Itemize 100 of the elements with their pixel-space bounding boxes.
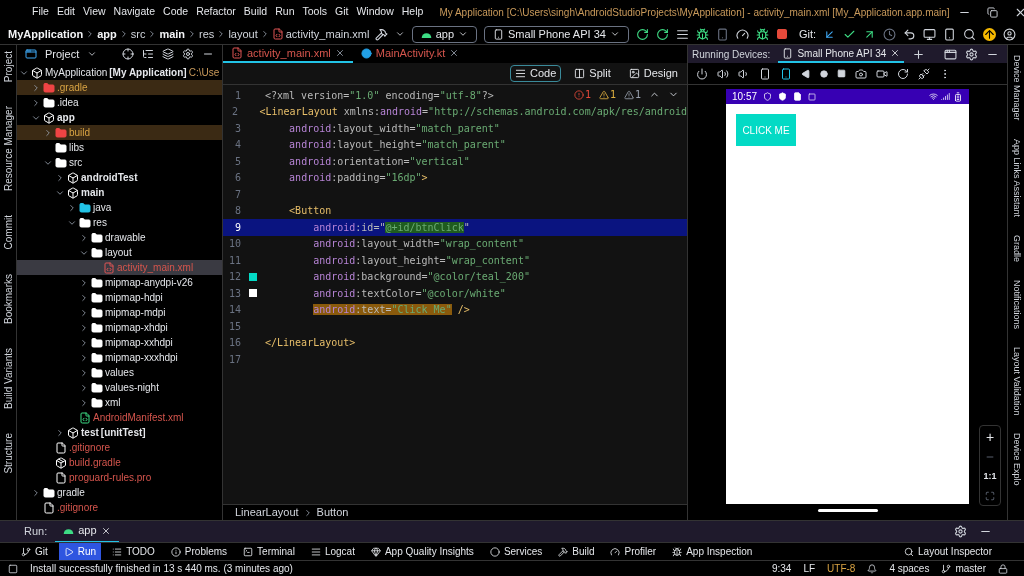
tool-window-button[interactable]: Git [16,542,53,561]
tool-window-button[interactable]: Profiler [605,542,662,561]
video-icon[interactable] [876,67,888,80]
tool-window-button[interactable]: Logcat [305,542,360,561]
menu-item[interactable]: Refactor [196,4,236,20]
panel-toggle-icon[interactable] [8,563,18,574]
zoom-in-button[interactable]: + [985,429,995,444]
menu-item[interactable]: Git [335,4,349,20]
breadcrumb[interactable]: layout [228,25,258,43]
editor-tab[interactable]: MainActivity.kt [352,45,468,63]
tool-window-button[interactable]: App Inspection [667,542,758,561]
color-swatch[interactable] [249,289,257,298]
device-dropdown[interactable]: Small Phone API 34 [484,25,629,43]
menu-item[interactable]: Edit [56,4,75,20]
file-encoding[interactable]: UTF-8 [827,561,856,576]
actual-size-button[interactable]: 1:1 [983,469,997,483]
overview-icon[interactable] [837,69,846,78]
color-swatch[interactable] [249,272,257,281]
tool-window-tab[interactable]: Device Explo [1009,431,1023,488]
tool-window-button[interactable]: Services [484,542,548,561]
run-config-dropdown[interactable]: app [411,25,478,43]
add-icon[interactable] [912,47,926,61]
settings-icon[interactable] [182,48,194,60]
phone-screen[interactable]: 10:57 CLICK ME [726,89,969,504]
breadcrumb[interactable]: src [130,25,146,43]
caret-position[interactable]: 9:34 [771,561,792,576]
volume-down-icon[interactable] [738,67,750,80]
menu-item[interactable]: View [83,4,106,20]
structure-crumb[interactable]: Button [316,504,349,521]
tree-item[interactable]: MyApplication [My Application] C:\Use [17,65,222,80]
search-icon[interactable] [963,27,976,41]
camera-icon[interactable] [855,67,867,80]
menu-item[interactable]: Code [163,4,189,20]
git-branch[interactable]: master [941,561,986,576]
volume-up-icon[interactable] [717,67,729,80]
hammer-icon[interactable] [374,27,388,41]
tool-window-tab[interactable]: Gradle [1009,232,1023,264]
line-separator[interactable]: LF [803,561,816,576]
breadcrumb[interactable]: main [159,25,186,43]
editor-tab[interactable]: activity_main.xml [223,45,353,63]
tool-window-tab[interactable]: Resource Manager [0,104,16,194]
inspection-count[interactable]: 1 [623,87,641,102]
stop-icon[interactable] [775,28,788,40]
back-icon[interactable] [801,68,811,79]
device-tab[interactable]: Small Phone API 34 [778,45,905,63]
breadcrumb[interactable]: activity_main.xml [285,25,370,43]
caret-icon[interactable] [87,49,98,59]
account-icon[interactable] [1003,27,1016,41]
tool-window-button[interactable]: TODO [107,542,160,561]
breadcrumb[interactable]: res [199,25,215,43]
tool-window-tab[interactable]: Build Variants [0,345,16,411]
tree-item[interactable]: build [17,125,222,140]
window-icon[interactable] [944,47,957,61]
menu-item[interactable]: Navigate [113,4,156,20]
menu-item[interactable]: Run [275,4,295,20]
caret-icon[interactable] [394,29,405,39]
settings-icon[interactable] [954,525,967,538]
rerun-icon[interactable] [635,27,649,41]
updates-icon[interactable] [983,27,996,41]
tool-window-tab[interactable]: Device Manager [1009,53,1023,123]
tool-window-tab[interactable]: Notifications [1009,277,1023,331]
menu-item[interactable]: Tools [302,4,327,20]
home-icon[interactable] [820,69,828,78]
close-icon[interactable] [334,48,345,58]
inspection-count[interactable]: 1 [573,87,591,102]
history-icon[interactable] [883,27,896,41]
rollback-icon[interactable] [903,27,916,41]
view-mode-button[interactable]: Split [569,65,616,82]
panel-title[interactable]: Project [45,45,80,63]
menu-item[interactable]: Help [401,4,424,20]
tool-window-tab[interactable]: Structure [0,430,16,476]
indent-setting[interactable]: 4 spaces [889,561,930,576]
tool-window-button[interactable]: Problems [165,542,233,561]
tool-window-button[interactable]: Run [58,542,102,561]
view-mode-button[interactable]: Code [510,65,562,82]
debug-icon[interactable] [695,27,709,41]
lock-icon[interactable] [998,563,1008,574]
structure-crumb[interactable]: LinearLayout [235,504,299,521]
tool-window-button[interactable]: App Quality Insights [365,542,479,561]
power-icon[interactable] [696,67,708,80]
locate-icon[interactable] [122,48,134,60]
tool-window-tab[interactable]: Commit [0,213,16,252]
tool-window-button[interactable]: Terminal [238,542,300,561]
tree-item[interactable]: .gradle [17,80,222,95]
tool-window-tab[interactable]: Bookmarks [0,271,16,326]
tool-window-tab[interactable]: Layout Validation [1009,344,1023,417]
menu-item[interactable]: Window [356,4,394,20]
tool-window-tab[interactable]: Project [0,49,16,85]
settings-icon[interactable] [965,47,978,61]
breadcrumb[interactable]: app [97,25,117,43]
tool-window-tab[interactable]: App Links Assistant [1009,136,1023,219]
tool-window-button[interactable]: Build [553,542,600,561]
inspection-count[interactable]: 1 [598,87,616,102]
menu-item[interactable]: File [32,4,49,20]
profiler-icon[interactable] [735,27,749,41]
breadcrumb[interactable]: MyApplication [8,25,84,43]
restore-icon[interactable] [986,6,998,18]
attach-debugger-icon[interactable] [755,27,769,41]
close-icon[interactable] [449,48,460,58]
layout-inspector-button[interactable]: Layout Inspector [904,544,992,559]
